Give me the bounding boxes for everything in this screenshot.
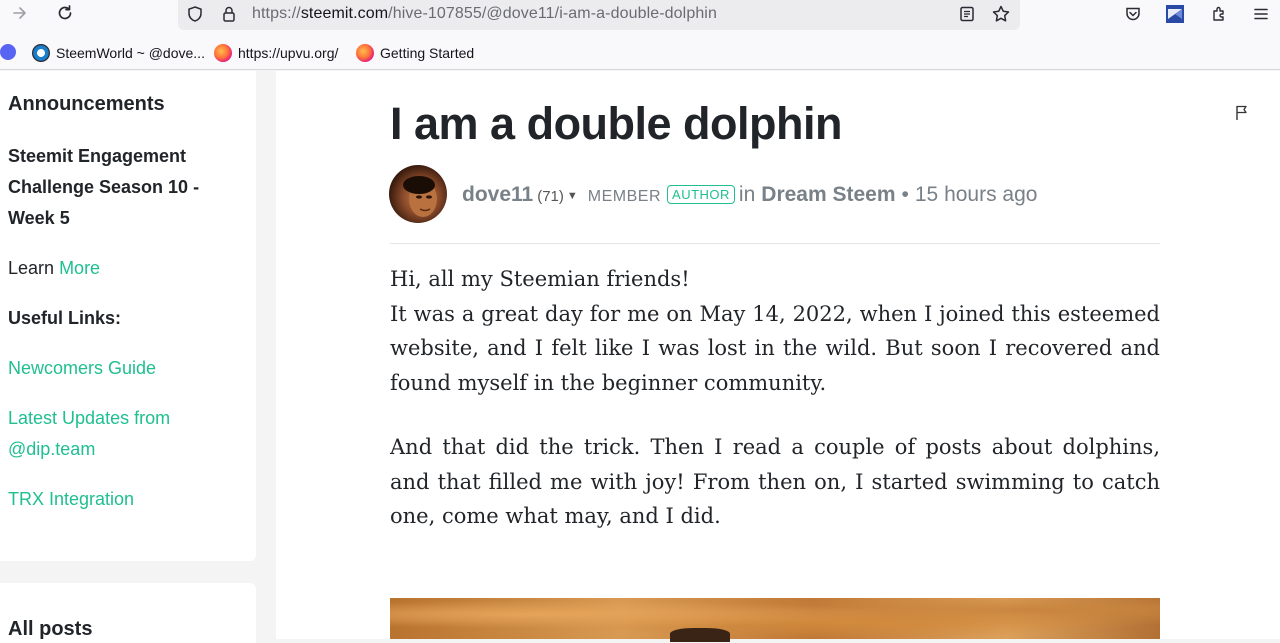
post-title: I am a double dolphin bbox=[390, 98, 843, 149]
author-badge: AUTHOR bbox=[667, 185, 735, 204]
divider bbox=[390, 243, 1160, 244]
post-meta: dove11 (71) ▼ MEMBER AUTHOR in Dream Ste… bbox=[462, 183, 1037, 207]
latest-updates-line: Latest Updates from bbox=[8, 408, 171, 428]
learn-more-link[interactable]: More bbox=[59, 258, 100, 278]
post-body-paragraph-2: And that did the trick. Then I read a co… bbox=[390, 430, 1160, 534]
announcement-line: Steemit Engagement bbox=[8, 146, 187, 166]
hamburger-menu-icon[interactable] bbox=[1250, 3, 1272, 25]
announcements-heading: Announcements bbox=[8, 93, 165, 115]
community-link[interactable]: Dream Steem bbox=[761, 183, 895, 207]
bookmark-steemworld[interactable]: SteemWorld ~ @dove... bbox=[32, 44, 205, 62]
url-text[interactable]: https://steemit.com/hive-107855/@dove11/… bbox=[252, 5, 717, 23]
forward-icon[interactable] bbox=[8, 2, 32, 24]
firefox-icon bbox=[214, 44, 232, 62]
browser-toolbar: https://steemit.com/hive-107855/@dove11/… bbox=[0, 0, 1280, 34]
url-domain: steemit.com bbox=[300, 5, 389, 22]
post-body-paragraph-1: Hi, all my Steemian friends! It was a gr… bbox=[390, 262, 1160, 401]
author-dropdown-caret-icon[interactable]: ▼ bbox=[567, 190, 578, 202]
post-image[interactable] bbox=[390, 598, 1160, 639]
bookmark-label: SteemWorld ~ @dove... bbox=[56, 45, 205, 61]
author-role: MEMBER bbox=[587, 188, 662, 205]
announcement-link[interactable]: Steemit Engagement Challenge Season 10 -… bbox=[8, 141, 199, 234]
lock-icon[interactable] bbox=[218, 3, 240, 25]
author-avatar[interactable] bbox=[389, 165, 447, 223]
announcement-line: Week 5 bbox=[8, 208, 70, 228]
learn-text: Learn bbox=[8, 258, 55, 278]
steemworld-icon bbox=[32, 44, 50, 62]
author-reputation: (71) bbox=[537, 188, 564, 205]
bookmark-discord[interactable] bbox=[0, 44, 22, 60]
flag-icon[interactable] bbox=[1235, 104, 1249, 122]
post-time-ago[interactable]: 15 hours ago bbox=[915, 183, 1038, 207]
bookmark-upvu[interactable]: https://upvu.org/ bbox=[214, 44, 338, 62]
latest-updates-line: @dip.team bbox=[8, 439, 96, 459]
url-bar[interactable]: https://steemit.com/hive-107855/@dove11/… bbox=[178, 0, 1020, 30]
all-posts-heading: All posts bbox=[8, 618, 93, 640]
discord-icon bbox=[0, 44, 16, 60]
post-body-text: And that did the trick. Then I read a co… bbox=[390, 435, 1160, 529]
pocket-icon[interactable] bbox=[1122, 3, 1144, 25]
newcomers-guide-link[interactable]: Newcomers Guide bbox=[8, 353, 156, 384]
in-word: in bbox=[738, 183, 756, 206]
separator-dot: • bbox=[901, 183, 909, 206]
extension-app-icon[interactable] bbox=[1164, 3, 1186, 25]
bookmark-getting-started[interactable]: Getting Started bbox=[356, 44, 474, 62]
shield-icon[interactable] bbox=[184, 3, 206, 25]
useful-links-heading: Useful Links: bbox=[8, 308, 122, 328]
bookmark-label: Getting Started bbox=[380, 45, 475, 61]
bookmark-label: https://upvu.org/ bbox=[238, 45, 339, 61]
announcement-line: Challenge Season 10 - bbox=[8, 177, 200, 197]
post-body-text: It was a great day for me on May 14, 202… bbox=[390, 301, 1160, 396]
url-prefix: https:// bbox=[252, 5, 301, 22]
bookmarks-bar: SteemWorld ~ @dove... https://upvu.org/ … bbox=[0, 34, 1280, 70]
post-body-line: Hi, all my Steemian friends! bbox=[390, 267, 690, 291]
reader-view-icon[interactable] bbox=[956, 3, 978, 25]
author-name-link[interactable]: dove11 bbox=[462, 183, 533, 207]
learn-more-line: Learn More bbox=[8, 253, 100, 284]
trx-integration-link[interactable]: TRX Integration bbox=[8, 484, 134, 515]
star-icon[interactable] bbox=[990, 3, 1012, 25]
post-image-detail bbox=[670, 628, 730, 642]
url-path: /hive-107855/@dove11/i-am-a-double-dolph… bbox=[388, 5, 717, 22]
latest-updates-link[interactable]: Latest Updates from @dip.team bbox=[8, 403, 170, 465]
reload-icon[interactable] bbox=[53, 2, 77, 24]
extension-icon[interactable] bbox=[1208, 3, 1230, 25]
firefox-icon bbox=[356, 44, 374, 62]
